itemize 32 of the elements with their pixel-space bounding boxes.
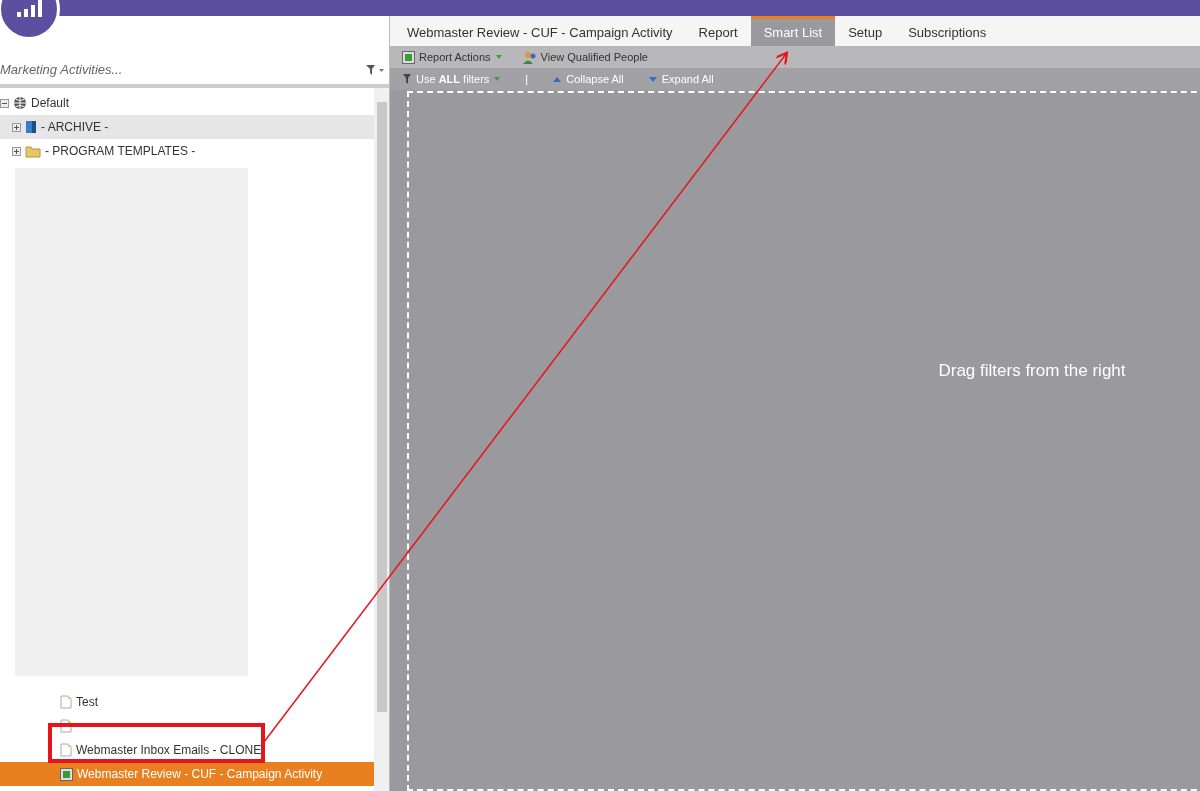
funnel-icon: [402, 73, 412, 85]
tree-item[interactable]: Test: [0, 690, 374, 714]
scrollbar[interactable]: [374, 88, 389, 791]
separator-text: |: [525, 71, 529, 87]
expand-icon[interactable]: [12, 146, 21, 156]
tab[interactable]: Webmaster Review - CUF - Campaign Activity: [394, 16, 686, 47]
people-icon: [522, 50, 537, 64]
up-triangle-icon: [552, 75, 563, 83]
search-field[interactable]: Marketing Activities...: [0, 60, 365, 80]
tab[interactable]: Subscriptions: [895, 16, 1000, 47]
tree-item[interactable]: - ARCHIVE -: [0, 115, 374, 139]
document-icon: [60, 719, 72, 733]
funnel-icon[interactable]: [365, 64, 385, 76]
report-icon: [402, 50, 415, 64]
folder-icon: [25, 144, 41, 158]
tab[interactable]: Setup: [835, 16, 896, 47]
tab[interactable]: Report: [685, 16, 751, 47]
toolbar-button[interactable]: Report Actions: [402, 48, 503, 66]
caret-icon: [493, 76, 502, 82]
toolbar-button[interactable]: View Qualified People: [522, 48, 648, 66]
document-icon: [60, 695, 72, 709]
cabinet-icon: [25, 120, 37, 134]
document-icon: [60, 743, 72, 757]
drop-hint: Drag filters from the right: [938, 360, 1126, 383]
down-triangle-icon: [647, 75, 658, 83]
report-icon: [60, 767, 73, 781]
tree-item[interactable]: - PROGRAM TEMPLATES -: [0, 139, 374, 163]
expand-icon[interactable]: [12, 122, 21, 132]
tree-item[interactable]: Default: [0, 91, 374, 115]
tree-item[interactable]: Webmaster Inbox Emails - CLONE: [0, 738, 374, 762]
collapse-icon[interactable]: [0, 98, 9, 108]
globe-icon: [13, 96, 27, 110]
